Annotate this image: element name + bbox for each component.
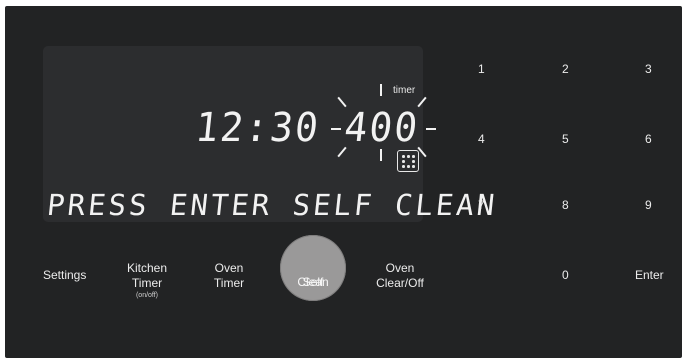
kitchen-timer-sublabel: (on/off) [135, 292, 159, 299]
kitchen-timer-label-line1: Kitchen [126, 261, 168, 275]
keypad-9-button[interactable]: 9 [645, 198, 652, 213]
lcd-display: 12:30 400 timer PRESS ENTER SELF CLEAN [43, 46, 499, 222]
oven-clear-label-line1: Oven [385, 261, 415, 275]
enter-button[interactable]: Enter [635, 268, 664, 283]
kitchen-timer-label-line2: Timer [131, 276, 163, 290]
oven-timer-label-line1: Oven [214, 261, 244, 275]
oven-timer-label-line2: Timer [213, 276, 245, 290]
heat-ray-top-icon [380, 84, 382, 96]
oven-control-panel: 12:30 400 timer PRESS ENTER SELF CLEAN 1… [5, 6, 682, 358]
keypad-8-button[interactable]: 8 [562, 198, 569, 213]
oven-clear-off-button[interactable]: Oven Clear/Off [370, 261, 430, 291]
keypad-1-button[interactable]: 1 [478, 62, 485, 77]
keypad-3-button[interactable]: 3 [645, 62, 652, 77]
heat-ray-bottom-icon [380, 149, 382, 161]
clock-readout: 12:30 [193, 104, 323, 151]
oven-clear-label-line2: Clear/Off [376, 276, 424, 290]
settings-button[interactable]: Settings [43, 268, 86, 283]
self-clean-button[interactable]: Self Clean [280, 235, 346, 301]
temperature-right-dash [426, 128, 436, 130]
keypad-4-button[interactable]: 4 [478, 132, 485, 147]
heat-ray-top-right-icon [417, 96, 427, 108]
kitchen-timer-button[interactable]: Kitchen Timer (on/off) [123, 261, 171, 300]
keypad-7-button[interactable]: 7 [478, 198, 485, 213]
keypad-5-button[interactable]: 5 [562, 132, 569, 147]
timer-label: timer [393, 85, 416, 96]
heat-ray-bottom-left-icon [337, 146, 347, 158]
temperature-left-dash [331, 128, 341, 130]
keypad-0-button[interactable]: 0 [562, 268, 569, 283]
cooktop-burner-icon [397, 150, 419, 172]
temperature-readout: 400 [342, 104, 422, 151]
heat-ray-top-left-icon [337, 96, 347, 108]
keypad-2-button[interactable]: 2 [562, 62, 569, 77]
keypad-6-button[interactable]: 6 [645, 132, 652, 147]
status-message: PRESS ENTER SELF CLEAN [45, 188, 500, 222]
self-clean-label-line2: Clean [297, 275, 329, 289]
oven-timer-button[interactable]: Oven Timer [206, 261, 252, 291]
